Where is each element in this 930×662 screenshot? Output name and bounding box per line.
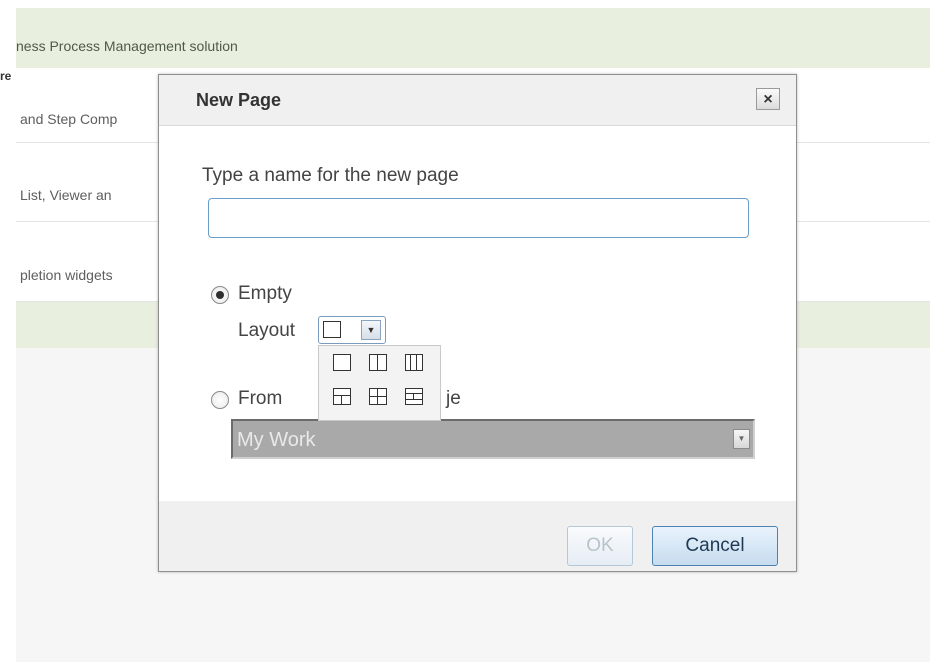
one-column-layout-icon — [323, 321, 341, 338]
background-row-text: and Step Comp — [20, 111, 118, 127]
one-column-layout-icon[interactable] — [333, 354, 351, 371]
cancel-button[interactable]: Cancel — [652, 526, 778, 566]
close-button[interactable]: × — [756, 88, 780, 110]
three-column-layout-icon[interactable] — [405, 354, 423, 371]
background-row-text: List, Viewer an — [20, 187, 112, 203]
layout-label: Layout — [238, 320, 296, 341]
chevron-down-icon[interactable]: ▼ — [361, 320, 381, 340]
from-existing-radio[interactable] — [211, 391, 229, 409]
page-name-input[interactable] — [208, 198, 749, 238]
ok-button[interactable]: OK — [567, 526, 633, 566]
header-two-column-layout-icon[interactable] — [333, 388, 351, 405]
background-top-edge — [0, 0, 930, 8]
dialog-title: New Page — [196, 90, 282, 110]
existing-page-select: My Work ▼ — [231, 419, 755, 459]
layout-select[interactable]: ▼ — [318, 316, 386, 344]
layout-options-popup — [318, 345, 441, 421]
empty-radio[interactable] — [211, 286, 229, 304]
three-row-layout-icon[interactable] — [405, 388, 423, 405]
page-name-label: Type a name for the new page — [202, 165, 459, 186]
chevron-down-icon: ▼ — [733, 429, 750, 449]
existing-page-value: My Work — [237, 429, 316, 451]
from-existing-radio-label-end: je — [446, 388, 461, 409]
two-column-layout-icon[interactable] — [369, 354, 387, 371]
dialog-header: New Page × — [159, 75, 796, 126]
new-page-dialog: New Page × Type a name for the new page … — [158, 74, 797, 572]
background-left-strip — [0, 0, 16, 662]
grid-layout-icon[interactable] — [369, 388, 387, 405]
background-header-text: ness Process Management solution — [16, 38, 238, 54]
background-row-text: pletion widgets — [20, 267, 113, 283]
from-existing-radio-label: From — [238, 388, 283, 409]
empty-radio-label: Empty — [238, 283, 292, 304]
background-cut-text: re — [0, 69, 12, 83]
